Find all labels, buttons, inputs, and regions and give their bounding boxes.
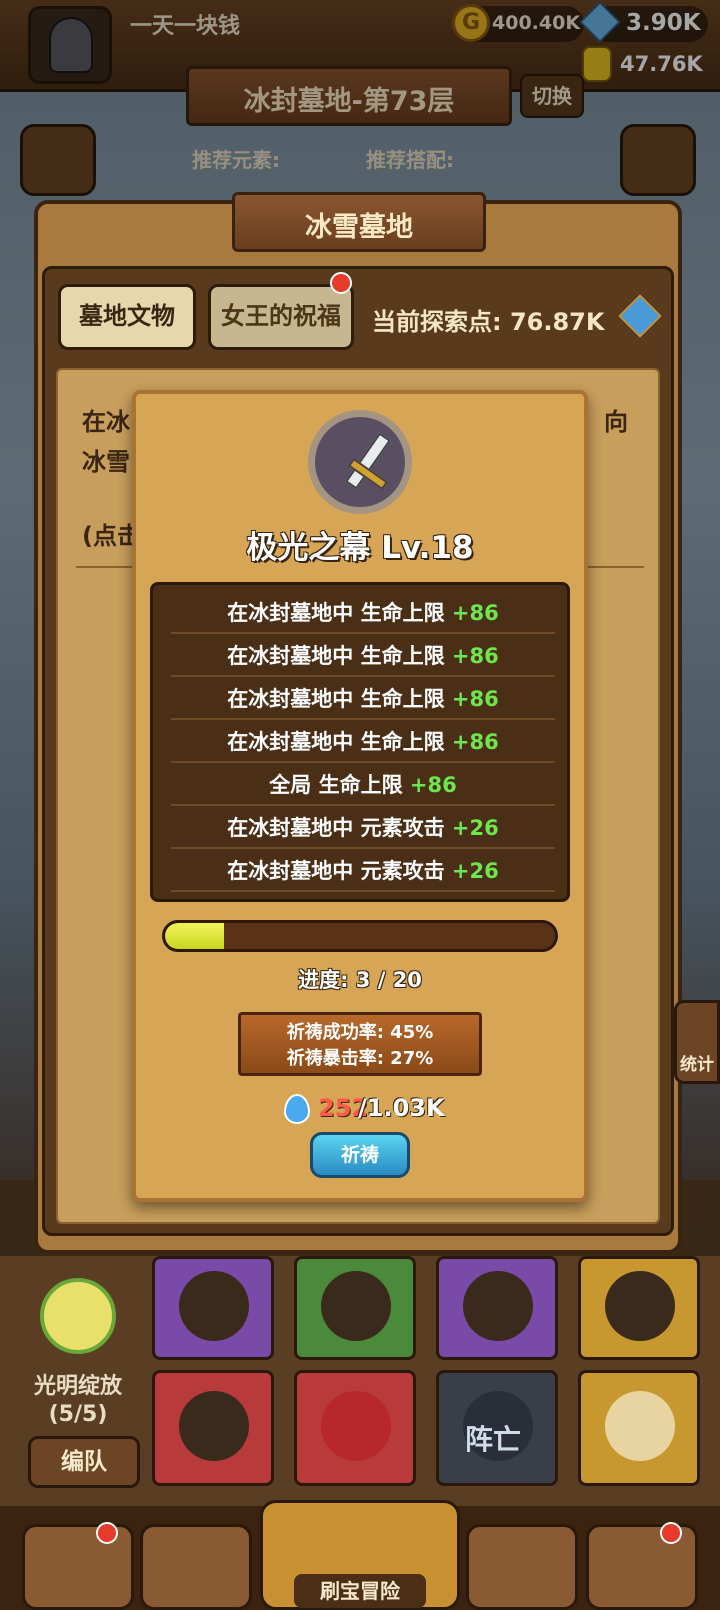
progress-text: 进度: 3 / 20 bbox=[298, 968, 422, 992]
nav-adventure-label: 刷宝冒险 bbox=[294, 1574, 426, 1608]
stat-row: 全局 生命上限 +86 bbox=[171, 763, 555, 806]
hero-portrait bbox=[463, 1271, 533, 1341]
stats-list[interactable]: 在冰封墓地中 生命上限 +86 在冰封墓地中 生命上限 +86 在冰封墓地中 生… bbox=[150, 582, 570, 902]
explore-points: 当前探索点: 76.87K bbox=[372, 308, 605, 336]
stat-label: 在冰封墓地中 生命上限 bbox=[227, 644, 445, 668]
panel-text: 在冰 bbox=[82, 408, 130, 436]
dead-status: 阵亡 bbox=[464, 1423, 521, 1456]
stat-label: 全局 生命上限 bbox=[269, 773, 403, 797]
hero-portrait bbox=[605, 1391, 675, 1461]
hero-portrait bbox=[321, 1271, 391, 1341]
notification-dot bbox=[96, 1522, 118, 1544]
tab-graveyard-relics[interactable]: 墓地文物 bbox=[58, 284, 196, 350]
panel-text: 向 bbox=[604, 408, 628, 436]
pray-button[interactable]: 祈祷 bbox=[310, 1132, 410, 1178]
stat-value: +86 bbox=[409, 773, 457, 797]
hero-card[interactable] bbox=[152, 1256, 274, 1360]
team-count: (5/5) bbox=[48, 1402, 108, 1427]
flower-formation-icon bbox=[40, 1278, 116, 1354]
stat-row: 在冰封墓地中 生命上限 +86 bbox=[171, 720, 555, 763]
stat-label: 在冰封墓地中 元素攻击 bbox=[227, 816, 445, 840]
stat-value: +86 bbox=[451, 687, 499, 711]
stat-row: 在冰封墓地中 元素攻击 +26 bbox=[171, 806, 555, 849]
tab-queen-blessing[interactable]: 女王的祝福 bbox=[208, 284, 354, 350]
relic-name: 极光之幕 Lv.18 bbox=[246, 530, 474, 566]
nav-bag-button[interactable] bbox=[466, 1524, 578, 1610]
stat-row: 在冰封墓地中 元素攻击 +26 bbox=[171, 849, 555, 892]
stat-value: +26 bbox=[451, 816, 499, 840]
stat-label: 在冰封墓地中 元素攻击 bbox=[227, 859, 445, 883]
hero-portrait bbox=[179, 1271, 249, 1341]
hero-card[interactable] bbox=[294, 1256, 416, 1360]
notification-dot bbox=[660, 1522, 682, 1544]
edit-team-button[interactable]: 编队 bbox=[28, 1436, 140, 1488]
stats-label: 统计 bbox=[680, 1055, 714, 1075]
hero-card[interactable] bbox=[436, 1256, 558, 1360]
hero-portrait bbox=[321, 1391, 391, 1461]
team-name: 光明绽放 bbox=[33, 1374, 122, 1399]
hero-card[interactable] bbox=[578, 1256, 700, 1360]
hero-card[interactable] bbox=[578, 1370, 700, 1486]
water-drop-icon bbox=[284, 1094, 310, 1124]
relic-emblem bbox=[308, 410, 412, 514]
stat-label: 在冰封墓地中 生命上限 bbox=[227, 730, 445, 754]
progress-fill bbox=[165, 923, 224, 949]
nav-hero-button[interactable] bbox=[140, 1524, 252, 1610]
stat-label: 在冰封墓地中 生命上限 bbox=[227, 687, 445, 711]
hero-card[interactable] bbox=[294, 1370, 416, 1486]
panel-text: 冰雪 bbox=[82, 448, 130, 476]
hero-card[interactable] bbox=[152, 1370, 274, 1486]
hero-portrait bbox=[605, 1271, 675, 1341]
stat-row: 在冰封墓地中 生命上限 +86 bbox=[171, 634, 555, 677]
progress-bar bbox=[162, 920, 558, 952]
stat-value: +26 bbox=[451, 859, 499, 883]
stat-value: +86 bbox=[451, 644, 499, 668]
stat-label: 在冰封墓地中 生命上限 bbox=[227, 601, 445, 625]
panel-title: 冰雪墓地 bbox=[305, 212, 413, 243]
crit-rate: 祈祷暴击率: 27% bbox=[286, 1048, 434, 1069]
success-rate: 祈祷成功率: 45% bbox=[286, 1022, 434, 1043]
stat-row: 在冰封墓地中 生命上限 +86 bbox=[171, 591, 555, 634]
cost-max: /1.03K bbox=[358, 1094, 445, 1122]
panel-header: 冰雪墓地 bbox=[232, 192, 486, 252]
stat-row: 在冰封墓地中 生命上限 +86 bbox=[171, 677, 555, 720]
stat-value: +86 bbox=[451, 730, 499, 754]
hero-portrait bbox=[179, 1391, 249, 1461]
stat-value: +86 bbox=[451, 601, 499, 625]
notification-dot bbox=[330, 272, 352, 294]
